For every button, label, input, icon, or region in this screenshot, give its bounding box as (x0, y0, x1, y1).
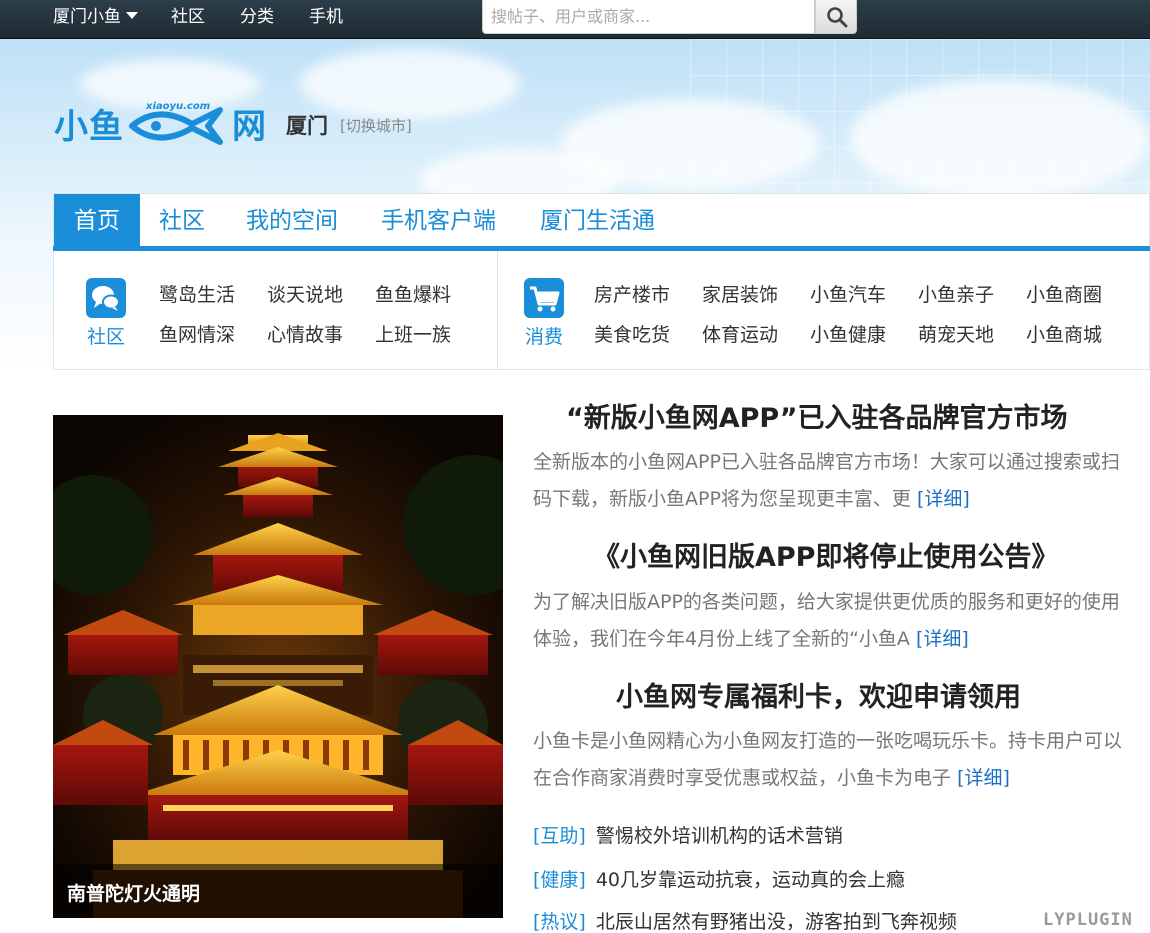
article-summary: 全新版本的小鱼网APP已入驻各品牌官方市场！大家可以通过搜索或扫码下载，新版小鱼… (533, 444, 1127, 518)
category-link[interactable]: 鱼鱼爆料 (375, 280, 451, 307)
search-input[interactable] (482, 0, 815, 34)
article-summary-text: 全新版本的小鱼网APP已入驻各品牌官方市场！大家可以通过搜索或扫码下载，新版小鱼… (533, 451, 1120, 510)
search-icon (827, 7, 848, 28)
shopping-cart-icon (524, 278, 564, 318)
caret-down-icon (126, 11, 138, 19)
tab-xiamen-life[interactable]: 厦门生活通 (540, 194, 655, 246)
consume-category-header[interactable]: 消费 (519, 278, 569, 349)
featured-caption[interactable]: 南普陀灯火通明 (67, 879, 200, 906)
tab-mobile-client[interactable]: 手机客户端 (381, 194, 496, 246)
category-panel: 社区 鹭岛生活 谈天说地 鱼鱼爆料 鱼网情深 心情故事 上班一族 消费 房产楼市… (53, 251, 1150, 370)
article-title[interactable]: 小鱼网专属福利卡，欢迎申请领用 (616, 675, 1021, 714)
topbar-category-link[interactable]: 分类 (240, 0, 274, 36)
category-link[interactable]: 鹭岛生活 (159, 280, 235, 307)
search-button[interactable] (815, 0, 857, 34)
category-link[interactable]: 上班一族 (375, 320, 451, 347)
category-link[interactable]: 美食吃货 (594, 320, 670, 347)
top-bar: 厦门小鱼 社区 分类 手机 (0, 0, 1150, 39)
article-title[interactable]: “新版小鱼网APP”已入驻各品牌官方市场 (566, 396, 1067, 435)
tab-my-space[interactable]: 我的空间 (246, 194, 338, 246)
news-link[interactable]: 警惕校外培训机构的话术营销 (596, 825, 843, 847)
news-link[interactable]: 北辰山居然有野猪出没，游客拍到飞奔视频 (596, 911, 957, 933)
article-summary-text: 为了解决旧版APP的各类问题，给大家提供更优质的服务和更好的使用体验，我们在今年… (533, 591, 1120, 650)
tab-community[interactable]: 社区 (159, 194, 205, 246)
news-tag[interactable]: [互助] (533, 825, 586, 847)
category-link[interactable]: 家居装饰 (702, 280, 778, 307)
current-city: 厦门 (286, 114, 328, 138)
category-link[interactable]: 小鱼亲子 (918, 280, 994, 307)
community-category-header[interactable]: 社区 (81, 278, 131, 349)
watermark: LYPLUGIN (1043, 910, 1133, 930)
article-summary: 为了解决旧版APP的各类问题，给大家提供更优质的服务和更好的使用体验，我们在今年… (533, 584, 1127, 658)
news-item: [健康] 40几岁靠运动抗衰，运动真的会上瘾 (533, 865, 905, 892)
category-divider (497, 251, 498, 369)
category-link[interactable]: 鱼网情深 (159, 320, 235, 347)
article-summary-text: 小鱼卡是小鱼网精心为小鱼网友打造的一张吃喝玩乐卡。持卡用户可以在合作商家消费时享… (533, 730, 1123, 789)
community-category-label: 社区 (86, 326, 125, 348)
news-link[interactable]: 40几岁靠运动抗衰，运动真的会上瘾 (596, 869, 905, 891)
consume-category-label: 消费 (524, 326, 563, 348)
fish-logo-icon: xiaoyu.com (129, 101, 223, 145)
category-link[interactable]: 体育运动 (702, 320, 778, 347)
category-link[interactable]: 谈天说地 (267, 280, 343, 307)
category-link[interactable]: 小鱼汽车 (810, 280, 886, 307)
logo-text-left: 小鱼 (54, 106, 124, 147)
article-more-link[interactable]: [详细] (957, 767, 1010, 789)
category-link[interactable]: 小鱼健康 (810, 320, 886, 347)
category-link[interactable]: 小鱼商圈 (1026, 280, 1102, 307)
cloud-decoration (850, 79, 1150, 199)
logo-domain: xiaoyu.com (145, 101, 210, 112)
topbar-community-link[interactable]: 社区 (171, 0, 205, 36)
news-tag[interactable]: [热议] (533, 911, 586, 933)
main-nav: 首页 社区 我的空间 手机客户端 厦门生活通 (53, 193, 1150, 252)
category-link[interactable]: 小鱼商城 (1026, 320, 1102, 347)
article-more-link[interactable]: [详细] (916, 628, 969, 650)
article-more-link[interactable]: [详细] (917, 488, 970, 510)
topbar-mobile-link[interactable]: 手机 (309, 0, 343, 36)
featured-image-card[interactable]: 南普陀灯火通明 (53, 415, 503, 918)
article-summary: 小鱼卡是小鱼网精心为小鱼网友打造的一张吃喝玩乐卡。持卡用户可以在合作商家消费时享… (533, 723, 1127, 797)
temple-night-photo (53, 415, 503, 918)
news-item: [热议] 北辰山居然有野猪出没，游客拍到飞奔视频 (533, 907, 957, 933)
city-menu-label: 厦门小鱼 (53, 7, 121, 27)
site-logo[interactable]: 小鱼 xiaoyu.com 网 (54, 100, 267, 147)
news-item: [互助] 警惕校外培训机构的话术营销 (533, 821, 843, 848)
category-link[interactable]: 萌宠天地 (918, 320, 994, 347)
chat-bubbles-icon (86, 278, 126, 318)
city-menu[interactable]: 厦门小鱼 (53, 0, 138, 36)
article-title[interactable]: 《小鱼网旧版APP即将停止使用公告》 (593, 535, 1058, 574)
logo-text-right: 网 (232, 106, 267, 147)
category-link[interactable]: 心情故事 (267, 320, 343, 347)
news-tag[interactable]: [健康] (533, 869, 586, 891)
cloud-decoration (300, 49, 520, 119)
switch-city-link[interactable]: [切换城市] (340, 115, 412, 136)
category-link[interactable]: 房产楼市 (594, 280, 670, 307)
tab-home[interactable]: 首页 (54, 194, 140, 246)
